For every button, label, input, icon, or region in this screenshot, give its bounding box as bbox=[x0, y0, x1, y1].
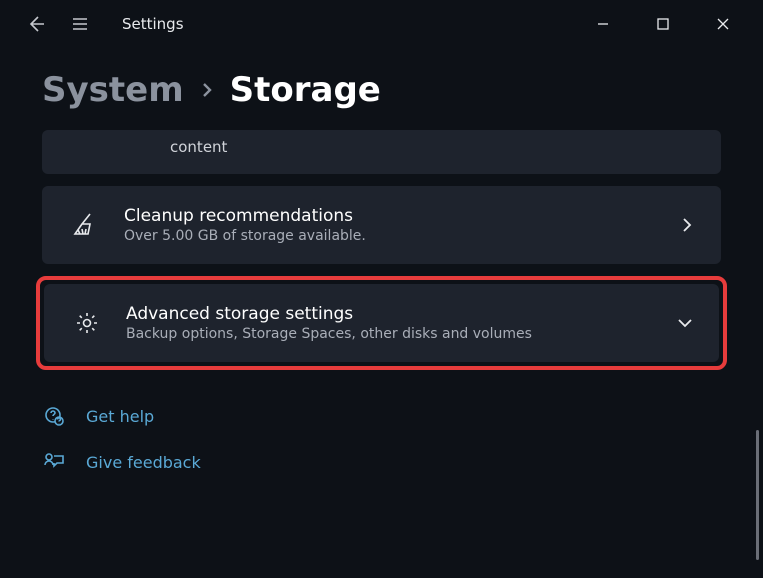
cleanup-title: Cleanup recommendations bbox=[124, 206, 657, 226]
panel-advanced[interactable]: Advanced storage settings Backup options… bbox=[44, 284, 719, 362]
scrollbar[interactable] bbox=[756, 430, 759, 560]
give-feedback-link[interactable]: Give feedback bbox=[42, 450, 721, 474]
advanced-sub: Backup options, Storage Spaces, other di… bbox=[126, 326, 655, 342]
close-icon[interactable] bbox=[707, 8, 739, 40]
advanced-title: Advanced storage settings bbox=[126, 304, 655, 324]
titlebar-left: Settings bbox=[24, 12, 184, 36]
give-feedback-text: Give feedback bbox=[86, 453, 201, 472]
chevron-down-icon bbox=[677, 315, 693, 331]
broom-icon bbox=[68, 210, 102, 240]
breadcrumb: System Storage bbox=[0, 48, 763, 118]
menu-icon[interactable] bbox=[68, 12, 92, 36]
back-icon[interactable] bbox=[24, 12, 48, 36]
cleanup-sub: Over 5.00 GB of storage available. bbox=[124, 228, 657, 244]
panel-truncated-text: content bbox=[170, 138, 227, 156]
minimize-icon[interactable] bbox=[587, 8, 619, 40]
app-title: Settings bbox=[122, 15, 184, 33]
gear-icon bbox=[70, 310, 104, 336]
chevron-right-icon bbox=[679, 217, 695, 233]
help-icon bbox=[42, 404, 66, 428]
breadcrumb-parent[interactable]: System bbox=[42, 70, 184, 110]
highlight-annotation: Advanced storage settings Backup options… bbox=[36, 276, 727, 370]
panel-truncated[interactable]: content bbox=[42, 130, 721, 174]
panel-cleanup[interactable]: Cleanup recommendations Over 5.00 GB of … bbox=[42, 186, 721, 264]
get-help-text: Get help bbox=[86, 407, 154, 426]
maximize-icon[interactable] bbox=[647, 8, 679, 40]
feedback-icon bbox=[42, 450, 66, 474]
footer-links: Get help Give feedback bbox=[0, 378, 763, 474]
window-controls bbox=[587, 8, 739, 40]
get-help-link[interactable]: Get help bbox=[42, 404, 721, 428]
chevron-right-icon bbox=[198, 81, 216, 99]
breadcrumb-current: Storage bbox=[230, 70, 381, 110]
titlebar: Settings bbox=[0, 0, 763, 48]
content: content Cleanup recommendations Over 5.0… bbox=[0, 118, 763, 370]
